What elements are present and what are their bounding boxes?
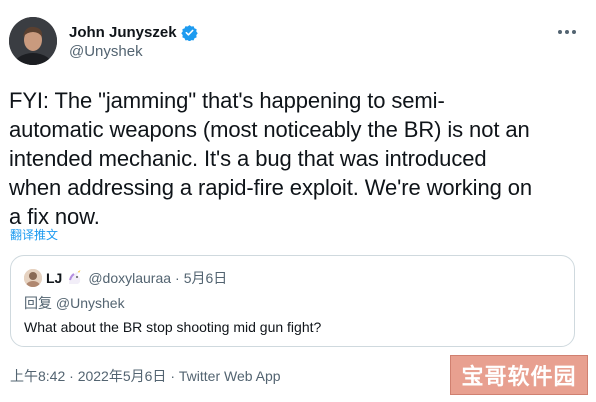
quote-avatar [24, 269, 42, 287]
watermark-text: 宝哥软件园 [461, 365, 577, 390]
unicorn-icon [66, 270, 84, 286]
translate-tweet-link[interactable]: 翻译推文 [10, 226, 58, 243]
reply-prefix: 回复 [24, 295, 52, 311]
quote-text: What about the BR stop shooting mid gun … [24, 319, 322, 335]
tweet-card: John Junyszek @Unyshek FYI: The "jamming… [0, 0, 596, 402]
author-name[interactable]: John Junyszek [69, 24, 177, 41]
tweet-metadata: 上午8:42 · 2022年5月6日 · Twitter Web App [10, 366, 281, 386]
tweet-date[interactable]: 2022年5月6日 [78, 368, 167, 384]
verified-badge-icon [180, 24, 198, 41]
quoted-tweet[interactable]: LJ @doxylauraa · 5月6日 回复 @Unyshek What a… [10, 255, 575, 347]
tweet-text: FYI: The "jamming" that's happening to s… [9, 88, 532, 229]
quote-separator: · [175, 270, 180, 286]
quote-author-handle: @doxylauraa [88, 270, 172, 286]
tweet-source-app[interactable]: Twitter Web App [179, 368, 281, 384]
site-watermark: 宝哥软件园 [450, 355, 588, 395]
author-avatar[interactable] [9, 17, 57, 65]
quote-date: 5月6日 [183, 270, 228, 286]
reply-mention[interactable]: @Unyshek [56, 295, 125, 311]
meta-separator: · [69, 368, 74, 384]
meta-separator-2: · [170, 368, 175, 384]
author-info: John Junyszek @Unyshek [69, 22, 198, 60]
tweet-time[interactable]: 上午8:42 [10, 368, 65, 384]
more-options-icon[interactable] [556, 22, 578, 42]
quote-reply-line: 回复 @Unyshek [24, 293, 125, 313]
author-handle[interactable]: @Unyshek [69, 43, 198, 60]
quote-author-name: LJ [46, 270, 63, 286]
